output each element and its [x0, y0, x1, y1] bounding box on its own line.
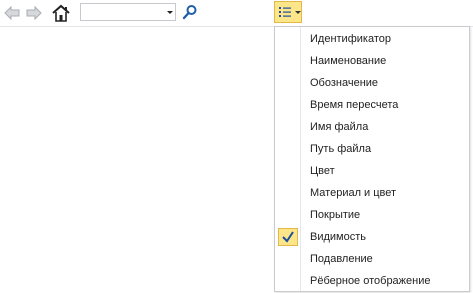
- menu-item-label: Цвет: [310, 165, 335, 177]
- menu-item[interactable]: Путь файла: [275, 138, 469, 160]
- menu-item-label: Время пересчета: [310, 99, 399, 111]
- menu-item-label: Рёберное отображение: [310, 275, 431, 287]
- filter-combo[interactable]: [80, 3, 176, 21]
- menu-item[interactable]: Имя файла: [275, 116, 469, 138]
- checkmark-icon: [278, 228, 298, 246]
- menu-item-label: Видимость: [310, 231, 366, 243]
- menu-item[interactable]: Идентификатор: [275, 28, 469, 50]
- toolbar: [0, 0, 473, 27]
- menu-item[interactable]: Покрытие: [275, 204, 469, 226]
- arrow-right-icon[interactable]: [25, 4, 43, 22]
- menu-item[interactable]: Видимость: [275, 226, 469, 248]
- menu-item-label: Путь файла: [310, 143, 372, 155]
- menu-item[interactable]: Время пересчета: [275, 94, 469, 116]
- chevron-down-icon[interactable]: [167, 11, 173, 14]
- menu-item-label: Покрытие: [310, 209, 361, 221]
- menu-item[interactable]: Цвет: [275, 160, 469, 182]
- menu-item[interactable]: Наименование: [275, 50, 469, 72]
- menu-item-label: Обозначение: [310, 77, 379, 89]
- menu-item-label: Материал и цвет: [310, 187, 397, 199]
- menu-item-label: Наименование: [310, 55, 387, 67]
- menu-item[interactable]: Обозначение: [275, 72, 469, 94]
- menu-item-label: Идентификатор: [310, 33, 391, 45]
- arrow-left-icon[interactable]: [3, 4, 21, 22]
- menu-item[interactable]: Рёберное отображение: [275, 270, 469, 292]
- menu-item-label: Имя файла: [310, 121, 369, 133]
- menu-item[interactable]: Подавление: [275, 248, 469, 270]
- menu-item[interactable]: Материал и цвет: [275, 182, 469, 204]
- columns-menu-button[interactable]: [274, 1, 302, 23]
- chevron-down-icon: [295, 11, 301, 14]
- menu-item-label: Подавление: [310, 253, 373, 265]
- list-icon: [279, 7, 291, 17]
- columns-dropdown-menu: Идентификатор Наименование Обозначение Врем…: [274, 26, 470, 292]
- home-icon[interactable]: [50, 3, 72, 23]
- search-icon[interactable]: [182, 4, 198, 20]
